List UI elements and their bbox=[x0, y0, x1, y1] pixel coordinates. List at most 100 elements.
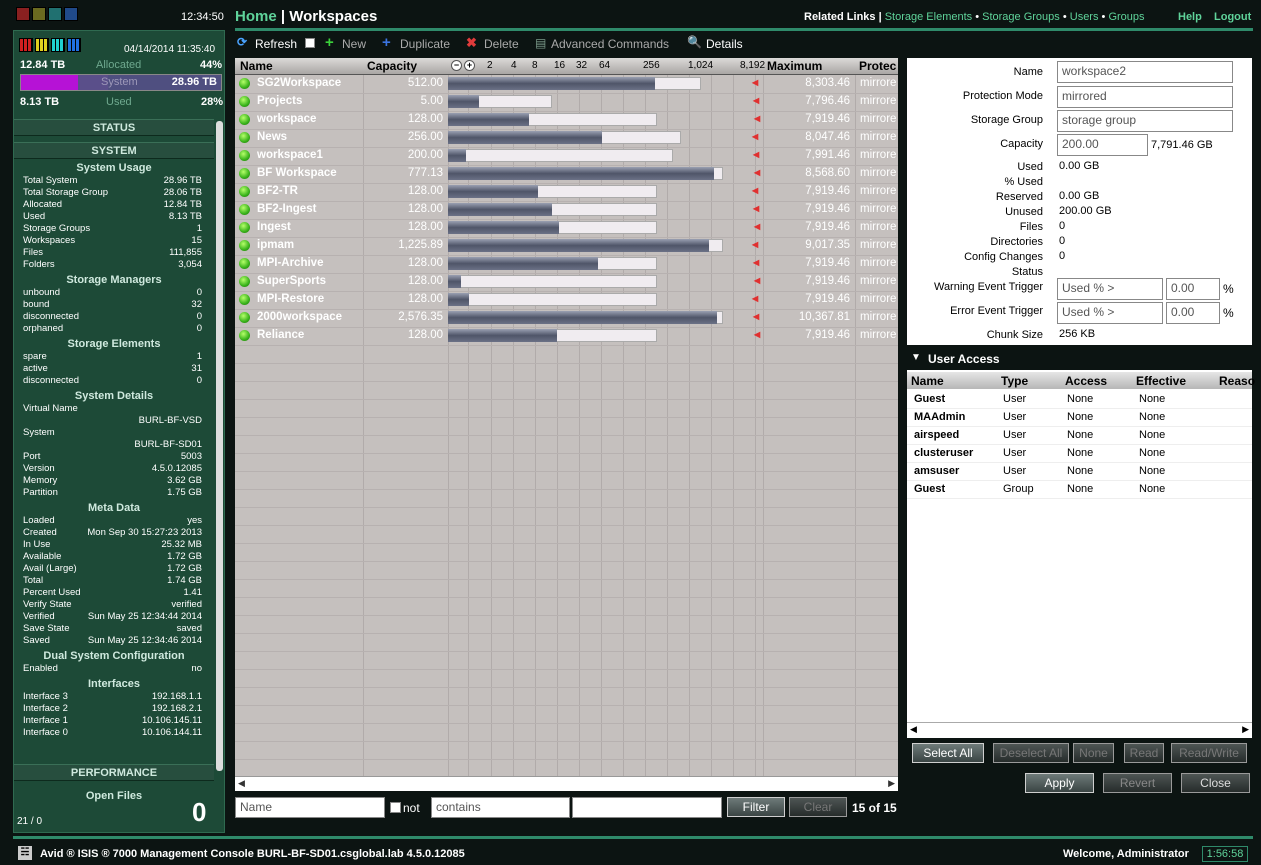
storage-group-select[interactable]: storage group bbox=[1057, 110, 1233, 132]
ua-hscrollbar[interactable]: ◀ ▶ bbox=[907, 722, 1252, 737]
capacity-input[interactable]: 200.00 bbox=[1057, 134, 1148, 156]
table-row[interactable]: MPI-Restore 128.00 ◀ 7,919.46 mirrore bbox=[235, 291, 898, 309]
table-row[interactable]: workspace 128.00 ◀ 7,919.46 mirrore bbox=[235, 111, 898, 129]
filter-button[interactable]: Filter bbox=[727, 797, 785, 817]
col-capacity[interactable]: Capacity bbox=[367, 59, 417, 73]
user-access-row[interactable]: MAAdmin User None None bbox=[907, 409, 1252, 427]
col-name[interactable]: Name bbox=[240, 59, 273, 73]
auto-refresh-checkbox[interactable] bbox=[305, 38, 315, 48]
refresh-button[interactable]: Refresh bbox=[255, 37, 297, 51]
help-link[interactable]: Help bbox=[1178, 11, 1202, 23]
stat-row: bound 32 bbox=[14, 299, 214, 311]
collapse-icon[interactable]: ▼ bbox=[911, 352, 921, 363]
left-scrollbar[interactable] bbox=[216, 121, 223, 771]
deselect-all-button[interactable]: Deselect All bbox=[993, 743, 1069, 763]
performance-header[interactable]: PERFORMANCE bbox=[14, 764, 214, 781]
apply-button[interactable]: Apply bbox=[1025, 773, 1094, 793]
warning-trigger-select[interactable]: Used % > bbox=[1057, 278, 1163, 300]
revert-button[interactable]: Revert bbox=[1103, 773, 1172, 793]
delete-button[interactable]: Delete bbox=[484, 37, 519, 51]
ua-col-header[interactable]: Type bbox=[1001, 374, 1028, 388]
ua-col-header[interactable]: Name bbox=[911, 374, 944, 388]
scroll-left-icon[interactable]: ◀ bbox=[238, 778, 245, 789]
user-access-row[interactable]: amsuser User None None bbox=[907, 463, 1252, 481]
user-access-row[interactable]: Guest User None None bbox=[907, 391, 1252, 409]
grid-yellow-icon[interactable] bbox=[35, 38, 49, 52]
ua-col-header[interactable]: Effective bbox=[1136, 374, 1186, 388]
col-maximum[interactable]: Maximum bbox=[767, 59, 822, 73]
system-header[interactable]: SYSTEM bbox=[14, 142, 214, 159]
user-access-row[interactable]: Guest Group None None bbox=[907, 481, 1252, 499]
filter-field-select[interactable]: Name bbox=[235, 797, 385, 818]
link-storage-groups[interactable]: Storage Groups bbox=[982, 11, 1060, 23]
scroll-right-icon[interactable]: ▶ bbox=[888, 778, 895, 789]
stat-value: 3.62 GB bbox=[167, 475, 202, 486]
link-storage-elements[interactable]: Storage Elements bbox=[885, 11, 972, 23]
table-row[interactable]: BF2-Ingest 128.00 ◀ 7,919.46 mirrore bbox=[235, 201, 898, 219]
table-row[interactable]: Projects 5.00 ◀ 7,796.46 mirrore bbox=[235, 93, 898, 111]
ua-scroll-right-icon[interactable]: ▶ bbox=[1242, 724, 1249, 735]
duplicate-button[interactable]: Duplicate bbox=[400, 37, 450, 51]
delete-icon[interactable]: ✖ bbox=[466, 35, 477, 51]
table-row[interactable]: Ingest 128.00 ◀ 7,919.46 mirrore bbox=[235, 219, 898, 237]
teal-layout-icon[interactable] bbox=[48, 7, 62, 21]
clear-button[interactable]: Clear bbox=[789, 797, 847, 817]
table-row[interactable]: Reliance 128.00 ◀ 7,919.46 mirrore bbox=[235, 327, 898, 345]
table-row[interactable]: ipmam 1,225.89 ◀ 9,017.35 mirrore bbox=[235, 237, 898, 255]
table-row[interactable]: MPI-Archive 128.00 ◀ 7,919.46 mirrore bbox=[235, 255, 898, 273]
blue-layout-icon[interactable] bbox=[64, 7, 78, 21]
new-icon[interactable]: + bbox=[325, 34, 334, 51]
home-link[interactable]: Home bbox=[235, 8, 277, 25]
table-row[interactable]: BF Workspace 777.13 ◀ 8,568.60 mirrore bbox=[235, 165, 898, 183]
table-row[interactable]: BF2-TR 128.00 ◀ 7,919.46 mirrore bbox=[235, 183, 898, 201]
status-header[interactable]: STATUS bbox=[14, 119, 214, 136]
col-protection[interactable]: Protec bbox=[859, 59, 896, 73]
table-row[interactable]: workspace1 200.00 ◀ 7,991.46 mirrore bbox=[235, 147, 898, 165]
filter-value-input[interactable] bbox=[572, 797, 722, 818]
table-hscrollbar[interactable]: ◀ ▶ bbox=[235, 776, 898, 791]
none-button[interactable]: None bbox=[1073, 743, 1114, 763]
zoom-in-icon[interactable]: + bbox=[464, 60, 475, 71]
user-access-row[interactable]: airspeed User None None bbox=[907, 427, 1252, 445]
stat-row: Total 1.74 GB bbox=[14, 575, 214, 587]
table-row[interactable]: SuperSports 128.00 ◀ 7,919.46 mirrore bbox=[235, 273, 898, 291]
zoom-out-icon[interactable]: − bbox=[451, 60, 462, 71]
workspace-maximum: 8,568.60 bbox=[805, 167, 850, 179]
error-trigger-select[interactable]: Used % > bbox=[1057, 302, 1163, 324]
grid-cyan-icon[interactable] bbox=[51, 38, 65, 52]
workspace-capacity: 128.00 bbox=[407, 275, 443, 287]
olive-layout-icon[interactable] bbox=[32, 7, 46, 21]
ua-access: None bbox=[1067, 393, 1094, 405]
user-access-row[interactable]: clusteruser User None None bbox=[907, 445, 1252, 463]
table-row[interactable]: News 256.00 ◀ 8,047.46 mirrore bbox=[235, 129, 898, 147]
table-row[interactable]: 2000workspace 2,576.35 ◀ 10,367.81 mirrore bbox=[235, 309, 898, 327]
select-all-button[interactable]: Select All bbox=[912, 743, 984, 763]
grid-blue-icon[interactable] bbox=[67, 38, 81, 52]
refresh-icon[interactable]: ⟳ bbox=[237, 35, 247, 49]
warning-trigger-value[interactable]: 0.00 bbox=[1166, 278, 1220, 300]
read-button[interactable]: Read bbox=[1124, 743, 1164, 763]
details-button[interactable]: Details bbox=[706, 37, 743, 51]
details-icon[interactable]: 🔍 bbox=[687, 35, 702, 49]
new-button[interactable]: New bbox=[342, 37, 366, 51]
ua-col-header[interactable]: Access bbox=[1065, 374, 1107, 388]
grid-red-icon[interactable] bbox=[19, 38, 33, 52]
name-input[interactable]: workspace2 bbox=[1057, 61, 1233, 83]
protection-mode-select[interactable]: mirrored bbox=[1057, 86, 1233, 108]
user-access-header[interactable]: ▼ User Access bbox=[907, 350, 1252, 367]
duplicate-icon[interactable]: + bbox=[382, 34, 391, 51]
error-trigger-value[interactable]: 0.00 bbox=[1166, 302, 1220, 324]
red-layout-icon[interactable] bbox=[16, 7, 30, 21]
not-checkbox[interactable] bbox=[390, 802, 401, 813]
filter-operator-select[interactable]: contains bbox=[431, 797, 570, 818]
logout-link[interactable]: Logout bbox=[1214, 11, 1251, 23]
ua-col-header[interactable]: Reaso bbox=[1219, 374, 1255, 388]
table-row[interactable]: SG2Workspace 512.00 ◀ 8,303.46 mirrore bbox=[235, 75, 898, 93]
read-write-button[interactable]: Read/Write bbox=[1171, 743, 1247, 763]
advanced-commands-button[interactable]: Advanced Commands bbox=[551, 37, 669, 51]
link-groups[interactable]: Groups bbox=[1108, 11, 1144, 23]
ua-scroll-left-icon[interactable]: ◀ bbox=[910, 724, 917, 735]
close-button[interactable]: Close bbox=[1181, 773, 1250, 793]
link-users[interactable]: Users bbox=[1070, 11, 1099, 23]
advanced-commands-icon[interactable]: ▤ bbox=[535, 36, 546, 50]
